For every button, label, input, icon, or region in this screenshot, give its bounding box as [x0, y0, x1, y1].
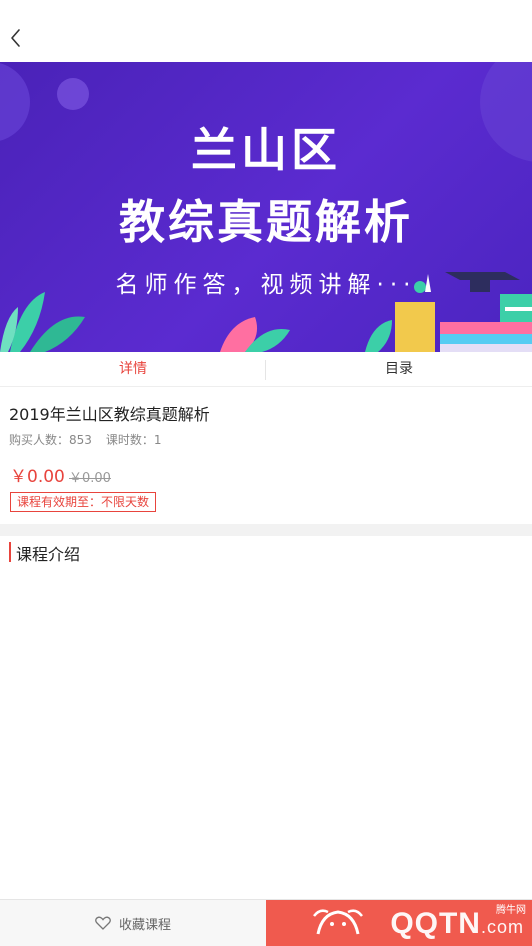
tab-divider: [265, 360, 266, 380]
buyer-count: 购买人数：853: [9, 433, 92, 447]
favorite-course-button[interactable]: 收藏课程: [0, 900, 266, 946]
favorite-label: 收藏课程: [118, 917, 171, 933]
banner-tagline: 名师作答，视频讲解···: [115, 272, 417, 298]
validity-badge: 课程有效期至：不限天数: [10, 492, 157, 512]
tab-catalog[interactable]: 目录: [266, 352, 532, 386]
original-price: ￥0.00: [69, 471, 111, 486]
current-price: ￥0.00: [10, 467, 65, 487]
bottom-action-bar: 收藏课程 腾牛网 QQTN.com: [0, 899, 532, 946]
buy-button[interactable]: 腾牛网 QQTN.com: [266, 900, 532, 946]
course-meta: 购买人数：853 课时数：1: [9, 431, 162, 448]
lesson-count: 课时数：1: [105, 433, 162, 447]
section-accent-bar: [9, 542, 11, 562]
course-title: 2019年兰山区教综真题解析: [9, 405, 210, 424]
top-navigation-bar: [0, 0, 532, 62]
banner-heading-subject: 教综真题解析: [119, 195, 413, 249]
bull-logo-icon: [313, 909, 363, 935]
course-intro-heading: 课程介绍: [16, 545, 81, 564]
heart-icon: [95, 916, 111, 930]
tab-bar: 详情 目录: [0, 352, 532, 387]
back-arrow-icon[interactable]: [6, 26, 30, 52]
section-separator: [0, 524, 532, 536]
banner-heading-district: 兰山区: [191, 123, 341, 177]
course-banner: 兰山区 教综真题解析 名师作答，视频讲解···: [0, 62, 532, 352]
tab-details[interactable]: 详情: [0, 352, 266, 386]
watermark-logo-text: QQTN.com: [390, 907, 524, 940]
